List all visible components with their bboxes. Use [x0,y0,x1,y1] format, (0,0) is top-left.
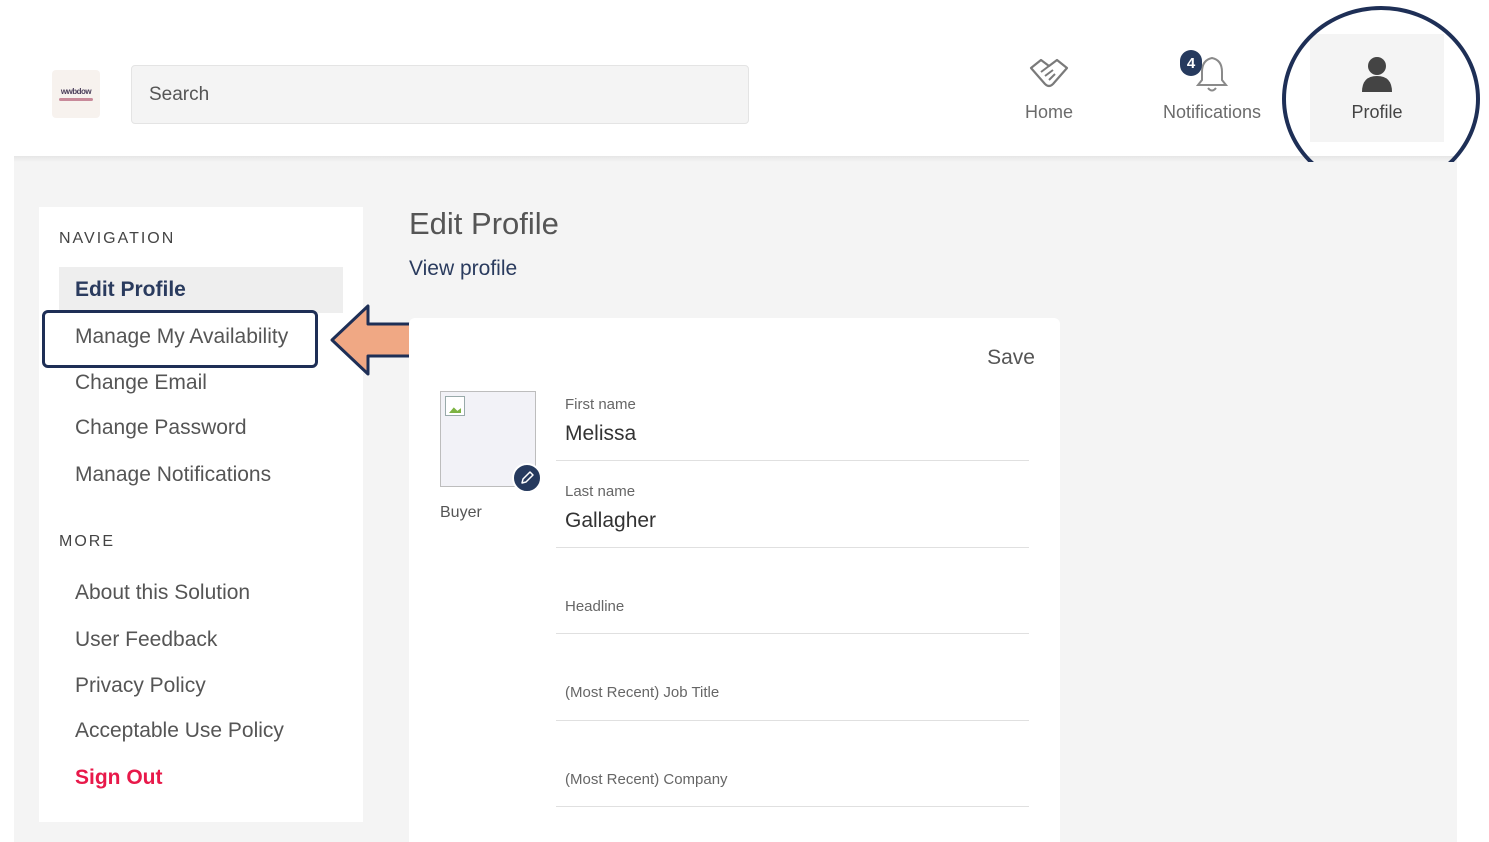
first-name-label: First name [565,396,636,413]
user-role: Buyer [440,504,482,521]
nav-profile-label: Profile [1351,102,1403,122]
job-title-label: (Most Recent) Job Title [565,684,720,701]
first-name-value[interactable]: Melissa [565,422,636,446]
nav-home[interactable]: Home [1004,50,1094,140]
user-icon [1360,50,1394,98]
sidebar-item-about[interactable]: About this Solution [59,570,343,616]
last-name-label: Last name [565,483,636,500]
company-field[interactable]: (Most Recent) Company [556,720,1029,807]
sidebar-item-change-password[interactable]: Change Password [59,405,343,451]
handshake-icon [1027,50,1071,98]
page-title: Edit Profile [409,206,559,241]
nav-profile[interactable]: Profile [1310,34,1444,142]
company-label: (Most Recent) Company [565,771,728,788]
sidebar-item-change-email[interactable]: Change Email [59,360,343,406]
profile-form-card: Save Buyer First name Melissa Last name … [409,318,1060,842]
nav-notifications-label: Notifications [1162,102,1262,122]
broken-image-icon [445,396,465,416]
sidebar-item-user-feedback[interactable]: User Feedback [59,617,343,663]
headline-label: Headline [565,598,625,615]
bell-icon: 4 [1180,50,1230,98]
job-title-field[interactable]: (Most Recent) Job Title [556,634,1029,721]
more-section-title: MORE [59,533,115,550]
search-input[interactable] [131,65,749,124]
save-button[interactable]: Save [969,346,1035,370]
sidebar-item-edit-profile[interactable]: Edit Profile [59,267,343,313]
sign-out-link[interactable]: Sign Out [59,755,343,801]
navigation-section-title: NAVIGATION [59,230,176,247]
last-name-value[interactable]: Gallagher [565,509,656,533]
logo-underline [59,98,93,101]
sidebar-item-manage-availability[interactable]: Manage My Availability [59,314,343,360]
app-logo[interactable]: wwbdow [52,70,100,118]
notification-count-badge: 4 [1180,50,1202,76]
first-name-field[interactable]: First name Melissa [556,374,1029,461]
sidebar-item-acceptable-use[interactable]: Acceptable Use Policy [59,708,343,754]
sidebar: NAVIGATION Edit Profile Manage My Availa… [39,207,363,822]
avatar[interactable] [440,391,542,493]
logo-text: wwbdow [60,87,92,96]
sidebar-item-manage-notifications[interactable]: Manage Notifications [59,452,343,498]
last-name-field[interactable]: Last name Gallagher [556,461,1029,548]
sidebar-item-privacy-policy[interactable]: Privacy Policy [59,663,343,709]
headline-field[interactable]: Headline [556,547,1029,634]
nav-notifications[interactable]: 4 Notifications [1150,50,1274,140]
nav-home-label: Home [1024,102,1073,122]
pencil-icon[interactable] [512,463,542,493]
view-profile-link[interactable]: View profile [409,257,517,281]
